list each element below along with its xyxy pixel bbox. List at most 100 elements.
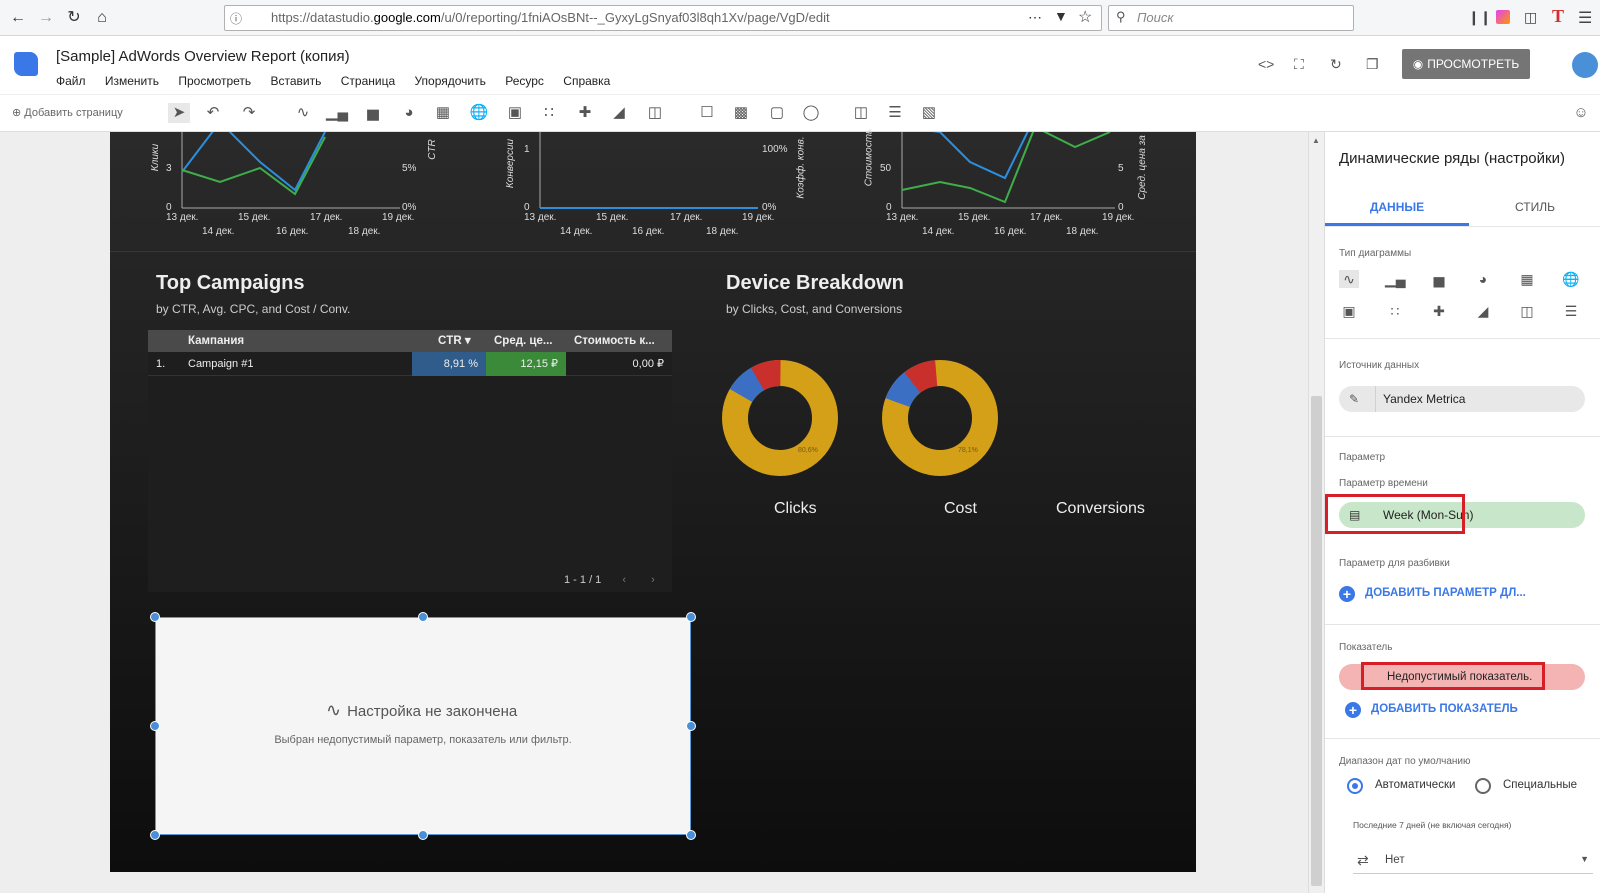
menu-page[interactable]: Страница bbox=[341, 74, 395, 88]
type-area-icon[interactable]: ◢ bbox=[1473, 302, 1493, 320]
scroll-up-icon[interactable]: ▲ bbox=[1312, 136, 1320, 145]
pie-chart-icon[interactable]: ◕ bbox=[398, 103, 420, 123]
menu-arrange[interactable]: Упорядочить bbox=[414, 74, 485, 88]
sidebar-icon[interactable]: ◫ bbox=[1524, 9, 1537, 26]
undo-icon[interactable]: ↶ bbox=[202, 103, 224, 123]
area-chart-icon[interactable]: ◢ bbox=[608, 103, 630, 123]
column-header-ctr[interactable]: CTR ▾ bbox=[438, 330, 471, 352]
table-row[interactable]: 1. Campaign #1 8,91 % 12,15 ₽ 0,00 ₽ bbox=[148, 352, 672, 376]
bullet-chart-icon[interactable]: ✚ bbox=[574, 103, 596, 123]
text-icon[interactable]: ☐ bbox=[696, 103, 718, 123]
date-range-icon[interactable]: ◫ bbox=[850, 103, 872, 123]
url-bar[interactable]: https://datastudio.google.com/u/0/report… bbox=[224, 5, 1102, 31]
resize-handle[interactable] bbox=[686, 721, 696, 731]
column-header-campaign[interactable]: Кампания bbox=[188, 330, 244, 352]
add-page-button[interactable]: ⊕ Добавить страницу bbox=[12, 106, 123, 119]
radio-auto[interactable] bbox=[1347, 778, 1363, 794]
add-breakdown-icon[interactable]: + bbox=[1339, 586, 1355, 602]
menu-view[interactable]: Просмотреть bbox=[178, 74, 251, 88]
next-page-icon[interactable]: › bbox=[651, 574, 655, 586]
t-extension-icon[interactable]: T bbox=[1552, 6, 1564, 27]
highlight-box bbox=[1361, 662, 1545, 690]
chart3-left-tick: 50 bbox=[880, 163, 892, 174]
resize-handle[interactable] bbox=[150, 830, 160, 840]
radio-custom[interactable] bbox=[1475, 778, 1491, 794]
more-icon[interactable]: ⋯ bbox=[1028, 9, 1042, 26]
type-scatter-icon[interactable]: ∷ bbox=[1385, 302, 1405, 320]
resize-handle[interactable] bbox=[686, 612, 696, 622]
column-header-avg-cpc[interactable]: Сред. це... bbox=[494, 330, 552, 352]
scatter-chart-icon[interactable]: ∷ bbox=[538, 103, 560, 123]
menu-edit[interactable]: Изменить bbox=[105, 74, 159, 88]
add-breakdown-button[interactable]: ДОБАВИТЬ ПАРАМЕТР ДЛ... bbox=[1365, 587, 1526, 599]
edit-pencil-icon[interactable]: ✎ bbox=[1349, 386, 1359, 412]
type-table-icon[interactable]: ▦ bbox=[1517, 270, 1537, 288]
avg-cpc-value: 12,15 ₽ bbox=[486, 352, 566, 376]
home-icon[interactable]: ⌂ bbox=[92, 8, 112, 28]
image-icon[interactable]: ▩ bbox=[730, 103, 752, 123]
circle-icon[interactable]: ◯ bbox=[800, 103, 822, 123]
resize-handle[interactable] bbox=[686, 830, 696, 840]
prev-page-icon[interactable]: ‹ bbox=[622, 574, 626, 586]
scorecard-icon[interactable]: ▣ bbox=[504, 103, 526, 123]
filter-control-icon[interactable]: ☰ bbox=[884, 103, 906, 123]
share-person-icon[interactable]: ☺ bbox=[1570, 103, 1592, 123]
pivot-table-icon[interactable]: ◫ bbox=[644, 103, 666, 123]
info-icon[interactable]: ⓘ bbox=[230, 10, 242, 27]
column-header-cost-conv[interactable]: Стоимость к... bbox=[574, 330, 655, 352]
resize-handle[interactable] bbox=[418, 830, 428, 840]
timeseries-widget-selected[interactable]: ∿ Настройка не закончена Выбран недопусти… bbox=[155, 617, 691, 835]
back-icon[interactable]: ← bbox=[8, 8, 28, 28]
bar-chart-icon[interactable]: ▁▄ bbox=[326, 103, 348, 123]
menu-help[interactable]: Справка bbox=[563, 74, 610, 88]
combo-chart-icon[interactable]: ▅ bbox=[362, 103, 384, 123]
table-icon[interactable]: ▦ bbox=[432, 103, 454, 123]
extension-icon[interactable] bbox=[1496, 10, 1510, 24]
reload-icon[interactable]: ↻ bbox=[64, 8, 84, 28]
add-metric-icon[interactable]: + bbox=[1345, 702, 1361, 718]
campaigns-table[interactable]: Кампания CTR ▾ Сред. це... Стоимость к..… bbox=[148, 330, 672, 592]
type-bar-icon[interactable]: ▁▄ bbox=[1385, 270, 1406, 288]
pocket-icon[interactable]: ▼ bbox=[1054, 8, 1068, 24]
type-timeseries-icon[interactable]: ∿ bbox=[1339, 270, 1359, 288]
type-scorecard-icon[interactable]: ▣ bbox=[1339, 302, 1359, 320]
menu-insert[interactable]: Вставить bbox=[271, 74, 322, 88]
select-pointer-icon[interactable]: ➤ bbox=[168, 103, 190, 123]
rectangle-icon[interactable]: ▢ bbox=[766, 103, 788, 123]
resize-handle[interactable] bbox=[418, 612, 428, 622]
resize-handle[interactable] bbox=[150, 721, 160, 731]
fullscreen-icon[interactable]: ⛶ bbox=[1294, 56, 1304, 73]
tab-data[interactable]: ДАННЫЕ bbox=[1325, 188, 1469, 226]
canvas-scrollbar[interactable]: ▲ bbox=[1308, 132, 1324, 893]
chart1-x-tick: 14 дек. bbox=[202, 226, 235, 237]
library-icon[interactable]: ❙❙ bbox=[1468, 9, 1491, 26]
scroll-thumb[interactable] bbox=[1311, 396, 1322, 886]
geo-map-icon[interactable]: 🌐 bbox=[468, 103, 490, 123]
copy-report-icon[interactable]: ❐ bbox=[1366, 56, 1379, 73]
add-metric-button[interactable]: ДОБАВИТЬ ПОКАЗАТЕЛЬ bbox=[1371, 703, 1518, 715]
type-pivot-icon[interactable]: ◫ bbox=[1517, 302, 1537, 320]
tab-style[interactable]: СТИЛЬ bbox=[1469, 188, 1600, 226]
menu-resource[interactable]: Ресурс bbox=[505, 74, 544, 88]
forward-icon[interactable]: → bbox=[36, 8, 56, 28]
type-bullet-icon[interactable]: ✚ bbox=[1429, 302, 1449, 320]
type-pie-icon[interactable]: ◕ bbox=[1473, 270, 1493, 288]
menu-icon[interactable]: ☰ bbox=[1578, 8, 1592, 28]
type-filter-icon[interactable]: ☰ bbox=[1561, 302, 1581, 320]
search-input[interactable]: Поиск bbox=[1108, 5, 1354, 31]
timeseries-chart-icon[interactable]: ∿ bbox=[292, 103, 314, 123]
data-control-icon[interactable]: ▧ bbox=[918, 103, 940, 123]
redo-icon[interactable]: ↷ bbox=[238, 103, 260, 123]
avatar[interactable] bbox=[1572, 52, 1598, 78]
menu-file[interactable]: Файл bbox=[56, 74, 86, 88]
type-combo-icon[interactable]: ▅ bbox=[1429, 270, 1449, 288]
report-title[interactable]: [Sample] AdWords Overview Report (копия) bbox=[56, 48, 350, 65]
resize-handle[interactable] bbox=[150, 612, 160, 622]
refresh-data-icon[interactable]: ↻ bbox=[1330, 56, 1342, 73]
bookmark-star-icon[interactable]: ☆ bbox=[1078, 7, 1092, 27]
data-source-chip[interactable]: ✎ Yandex Metrica bbox=[1339, 386, 1585, 412]
type-geo-icon[interactable]: 🌐 bbox=[1561, 270, 1581, 288]
view-button[interactable]: ◉ ПРОСМОТРЕТЬ bbox=[1402, 49, 1530, 79]
embed-code-icon[interactable]: <> bbox=[1258, 56, 1274, 72]
comparison-dropdown[interactable]: ⇄ Нет ▼ bbox=[1353, 846, 1593, 874]
